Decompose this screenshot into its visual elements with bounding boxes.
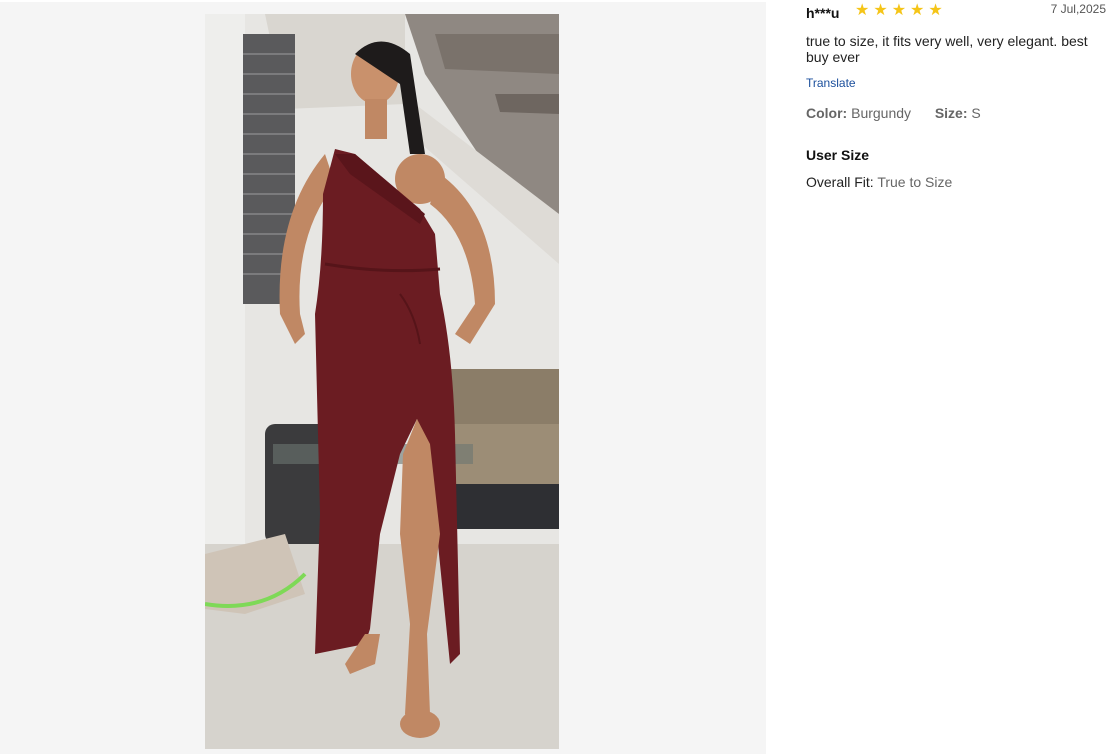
purchase-attributes: Color: Burgundy Size: S	[806, 105, 981, 121]
translate-link[interactable]: Translate	[806, 76, 856, 90]
size-value: S	[971, 105, 981, 121]
size-label: Size:	[934, 105, 968, 121]
user-size-title: User Size	[806, 147, 870, 163]
overall-fit-label: Overall Fit:	[806, 174, 874, 190]
photo-illustration	[205, 14, 559, 749]
overall-fit-value: True to Size	[877, 174, 953, 190]
review-date: 7 Jul,2025	[1050, 2, 1106, 16]
star-icon: ★	[873, 2, 888, 19]
star-icon: ★	[910, 2, 925, 19]
photo-gallery	[0, 2, 766, 754]
star-rating: ★ ★ ★ ★ ★	[855, 2, 943, 20]
review-photo[interactable]	[205, 14, 559, 749]
reviewer-name: h***u	[806, 5, 840, 21]
star-icon: ★	[891, 2, 907, 19]
star-icon: ★	[855, 2, 870, 19]
color-value: Burgundy	[851, 105, 912, 121]
color-label: Color:	[806, 105, 848, 121]
star-icon: ★	[928, 2, 943, 19]
review-text: true to size, it fits very well, very el…	[806, 33, 1088, 65]
overall-fit: Overall Fit: True to Size	[806, 174, 952, 190]
